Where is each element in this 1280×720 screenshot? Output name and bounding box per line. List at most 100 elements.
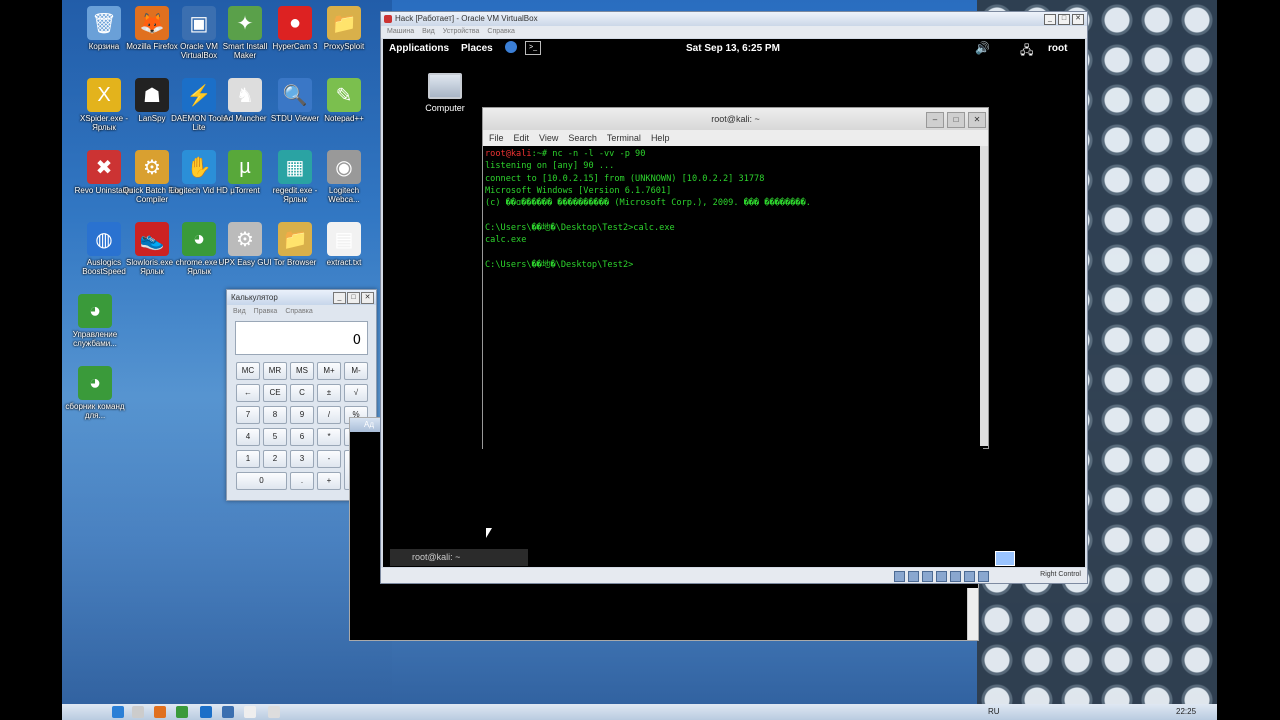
computer-icon — [428, 73, 462, 99]
capture-icon[interactable] — [978, 571, 989, 582]
vbox-close-button[interactable]: ✕ — [1072, 14, 1084, 25]
places-menu[interactable]: Places — [461, 43, 493, 54]
calc-key[interactable]: * — [317, 428, 341, 446]
terminal-titlebar[interactable]: root@kali: ~ – □ ✕ — [483, 108, 988, 130]
guest-screen[interactable]: Applications Places >_ Sat Sep 13, 6:25 … — [383, 39, 1085, 567]
console-task-icon[interactable] — [268, 706, 280, 718]
terminal-line: C:\Users\��地�\Desktop\Test2>calc.exe — [485, 222, 675, 233]
calc-key[interactable]: . — [290, 472, 314, 490]
term-menu-file[interactable]: File — [489, 130, 504, 146]
calc-key[interactable]: 9 — [290, 406, 314, 424]
vbox-minimize-button[interactable]: _ — [1044, 14, 1056, 25]
calc-key[interactable]: MC — [236, 362, 260, 380]
calc-key[interactable]: + — [317, 472, 341, 490]
calc-key[interactable]: 8 — [263, 406, 287, 424]
vbox-icon: ▣ — [182, 6, 216, 40]
terminal-close-button[interactable]: ✕ — [968, 112, 986, 128]
clock[interactable]: Sat Sep 13, 6:25 PM — [686, 43, 780, 54]
calc-key[interactable]: ← — [236, 384, 260, 402]
calc-key[interactable]: ± — [317, 384, 341, 402]
calc-key[interactable]: M+ — [317, 362, 341, 380]
language-indicator[interactable]: RU — [988, 707, 1000, 716]
virtualbox-titlebar[interactable]: Hack [Работает] - Oracle VM VirtualBox _… — [381, 12, 1087, 26]
calc-key[interactable]: 4 — [236, 428, 260, 446]
terminal-minimize-button[interactable]: – — [926, 112, 944, 128]
calc-key[interactable]: 0 — [236, 472, 287, 490]
desktop-icon-extract[interactable]: ▤ extract.txt — [314, 222, 374, 267]
display-icon[interactable] — [964, 571, 975, 582]
browser-launcher-icon[interactable] — [505, 41, 517, 53]
vbox-menu-devices[interactable]: Устройства — [443, 26, 480, 38]
desktop-icon-label: Управление службами... — [72, 330, 118, 348]
menu-edit[interactable]: Правка — [254, 308, 278, 315]
calc-key[interactable]: - — [317, 450, 341, 468]
admuncher-icon: ♞ — [228, 78, 262, 112]
close-button[interactable]: ✕ — [361, 292, 374, 304]
desktop-icon-proxysploit[interactable]: 📁 ProxySploit — [314, 6, 374, 51]
calc-key[interactable]: 6 — [290, 428, 314, 446]
hdd-icon[interactable] — [894, 571, 905, 582]
vbox-menu-machine[interactable]: Машина — [387, 26, 414, 38]
calc-key[interactable]: MS — [290, 362, 314, 380]
terminal-output[interactable]: root@kali:~# nc -n -l -vv -p 90 listenin… — [483, 146, 983, 451]
explorer-icon[interactable] — [132, 706, 144, 718]
stdu-icon: 🔍 — [278, 78, 312, 112]
terminal-line: listening on [any] 90 ... — [485, 161, 615, 172]
taskbar-terminal-button[interactable]: root@kali: ~ — [390, 549, 528, 566]
term-menu-view[interactable]: View — [539, 130, 558, 146]
proxysploit-icon: 📁 — [327, 6, 361, 40]
ie-icon[interactable] — [112, 706, 124, 718]
term-menu-edit[interactable]: Edit — [514, 130, 530, 146]
calc-key[interactable]: / — [317, 406, 341, 424]
calc-task-icon[interactable] — [244, 706, 256, 718]
chrome-icon[interactable] — [176, 706, 188, 718]
maximize-button[interactable]: □ — [347, 292, 360, 304]
calc-key[interactable]: 1 — [236, 450, 260, 468]
volume-icon[interactable]: 🔊 — [975, 41, 990, 55]
desktop-icon-chrome2[interactable]: ◕ Управление службами... — [65, 294, 125, 348]
desktop-icon-notepadpp[interactable]: ✎ Notepad++ — [314, 78, 374, 123]
calc-key[interactable]: 7 — [236, 406, 260, 424]
term-menu-search[interactable]: Search — [568, 130, 597, 146]
calc-key[interactable]: C — [290, 384, 314, 402]
calc-key[interactable]: 5 — [263, 428, 287, 446]
terminal-maximize-button[interactable]: □ — [947, 112, 965, 128]
desktop-icon-logiwebcam[interactable]: ◉ Logitech Webca... — [314, 150, 374, 204]
terminal-scrollbar[interactable] — [980, 146, 988, 446]
usb-icon[interactable] — [922, 571, 933, 582]
calc-key[interactable]: MR — [263, 362, 287, 380]
user-menu[interactable]: root — [1048, 43, 1067, 54]
calc-key[interactable]: CE — [263, 384, 287, 402]
vbox-maximize-button[interactable]: □ — [1058, 14, 1070, 25]
computer-desktop-icon[interactable]: Computer — [423, 73, 467, 113]
firefox-icon[interactable] — [154, 706, 166, 718]
applications-menu[interactable]: Applications — [389, 43, 449, 54]
calc-key[interactable]: √ — [344, 384, 368, 402]
calc-key[interactable]: M- — [344, 362, 368, 380]
term-menu-help[interactable]: Help — [651, 130, 670, 146]
shared-folder-icon[interactable] — [950, 571, 961, 582]
calculator-titlebar[interactable]: Калькулятор _ □ ✕ — [227, 290, 376, 305]
background-window-scrollbar[interactable] — [967, 588, 978, 640]
cd-icon[interactable] — [908, 571, 919, 582]
menu-view[interactable]: Вид — [233, 308, 246, 315]
vbox-menu-help[interactable]: Справка — [487, 26, 514, 38]
terminal-line: Microsoft Windows [Version 6.1.7601] — [485, 185, 672, 196]
desktop-icon-chrome3[interactable]: ◕ сборник команд для... — [65, 366, 125, 420]
virtualbox-task-icon[interactable] — [222, 706, 234, 718]
virtualbox-window[interactable]: Hack [Работает] - Oracle VM VirtualBox _… — [380, 11, 1088, 584]
network-adapter-icon[interactable] — [936, 571, 947, 582]
workspace-switcher[interactable] — [995, 551, 1015, 566]
network-icon[interactable]: 🖧 — [1020, 41, 1033, 62]
minimize-button[interactable]: _ — [333, 292, 346, 304]
daemon-icon[interactable] — [200, 706, 212, 718]
calc-key[interactable]: 3 — [290, 450, 314, 468]
vbox-menu-view[interactable]: Вид — [422, 26, 435, 38]
terminal-window[interactable]: root@kali: ~ – □ ✕ File Edit View Search… — [482, 107, 989, 451]
term-menu-terminal[interactable]: Terminal — [607, 130, 641, 146]
terminal-launcher-icon[interactable]: >_ — [525, 41, 541, 55]
slowloris-icon: 👟 — [135, 222, 169, 256]
calc-key[interactable]: 2 — [263, 450, 287, 468]
menu-help[interactable]: Справка — [285, 308, 312, 315]
system-clock[interactable]: 22:25 — [1176, 707, 1196, 716]
